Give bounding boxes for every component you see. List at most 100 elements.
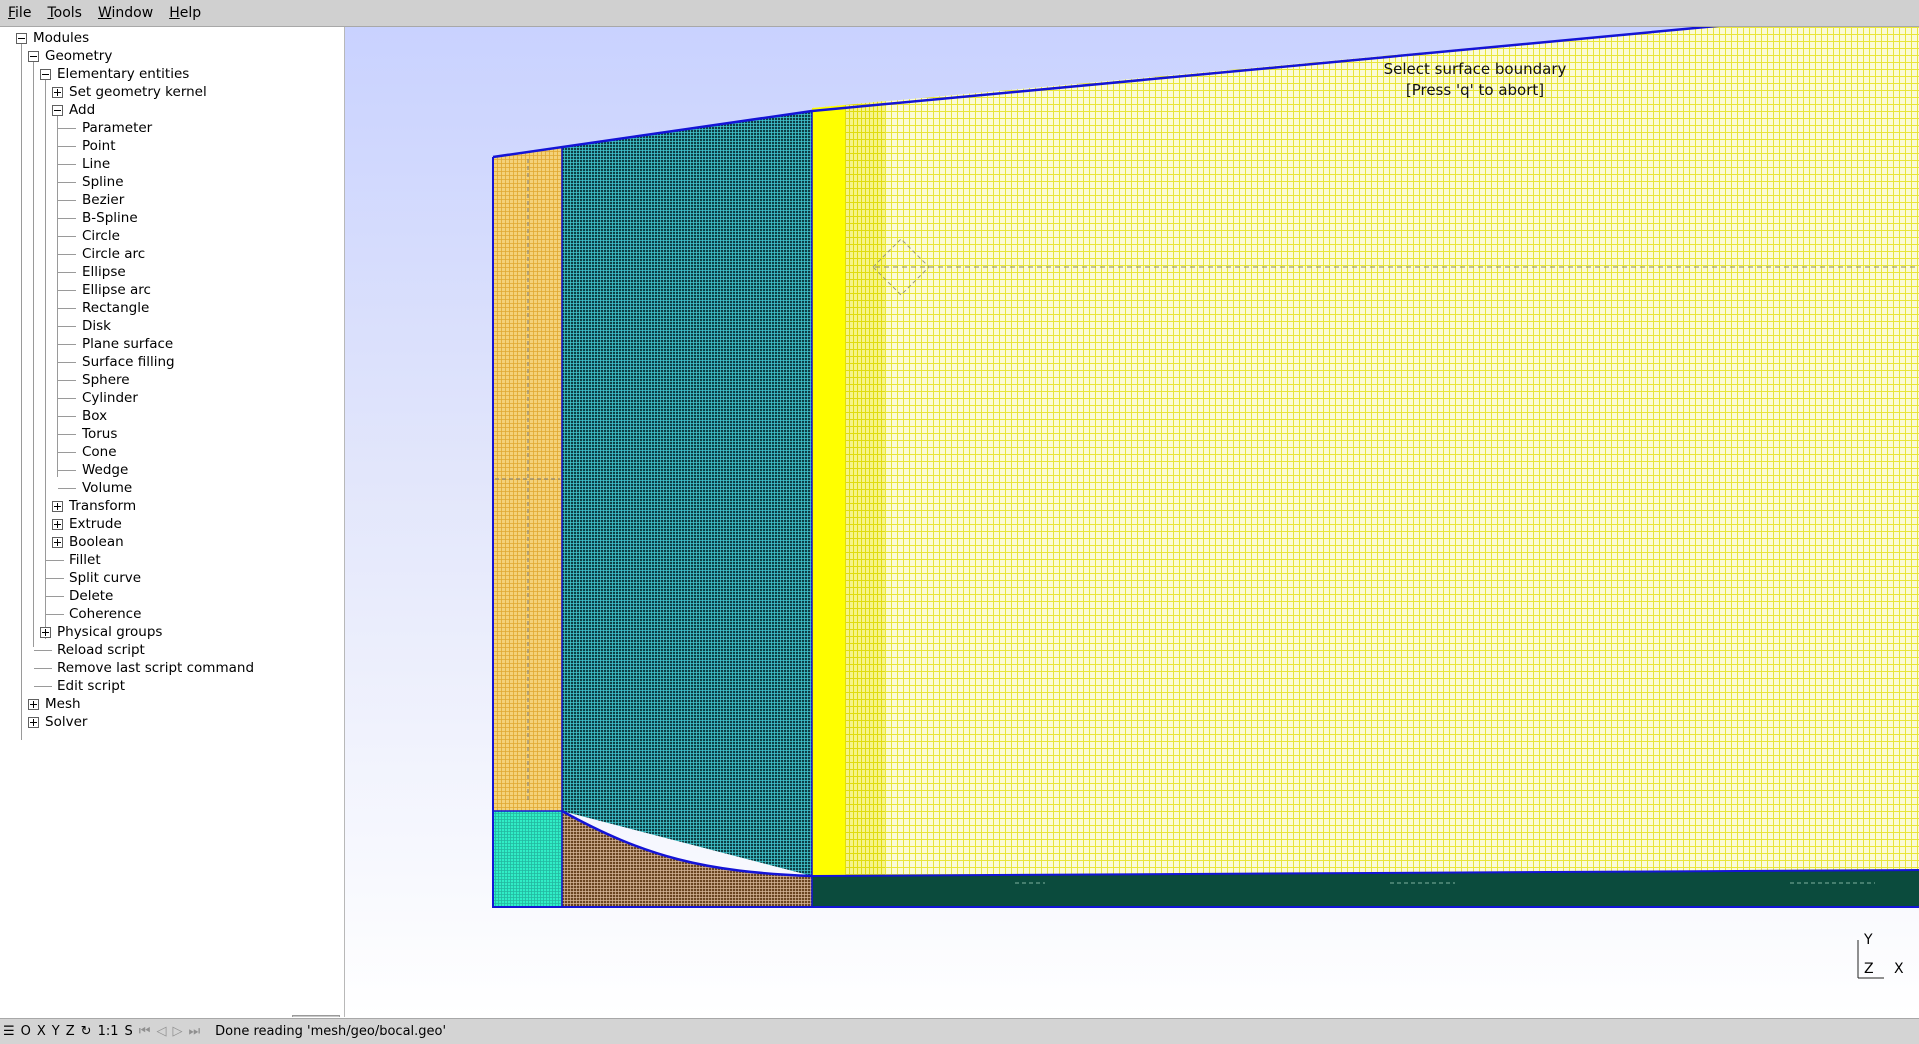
tree-item-parameter[interactable]: Parameter bbox=[0, 119, 340, 137]
expand-icon[interactable] bbox=[40, 627, 51, 638]
tree-label: Box bbox=[82, 408, 108, 424]
axis-x-label: X bbox=[1894, 961, 1904, 977]
tree-item-reload-script[interactable]: Reload script bbox=[0, 641, 340, 659]
tree-item-circle-arc[interactable]: Circle arc bbox=[0, 245, 340, 263]
tree-label: Transform bbox=[69, 498, 137, 514]
tree-label: Volume bbox=[82, 480, 133, 496]
tree-item-cone[interactable]: Cone bbox=[0, 443, 340, 461]
tree-branch bbox=[58, 146, 76, 147]
collapse-icon[interactable] bbox=[40, 69, 51, 80]
tree-item-ellipse-arc[interactable]: Ellipse arc bbox=[0, 281, 340, 299]
menu-window[interactable]: Window bbox=[90, 0, 161, 26]
status-message: Done reading 'mesh/geo/bocal.geo' bbox=[215, 1024, 447, 1039]
tree-label: Disk bbox=[82, 318, 111, 334]
tree-label: Solver bbox=[45, 714, 88, 730]
tree-branch bbox=[58, 308, 76, 309]
tree-item-box[interactable]: Box bbox=[0, 407, 340, 425]
prev-step-icon[interactable]: ◁ bbox=[153, 1019, 169, 1044]
tree-label: Circle bbox=[82, 228, 120, 244]
tree-item-cylinder[interactable]: Cylinder bbox=[0, 389, 340, 407]
tree-label: Mesh bbox=[45, 696, 81, 712]
tree-label: Line bbox=[82, 156, 111, 172]
tree-item-edit-script[interactable]: Edit script bbox=[0, 677, 340, 695]
tree-label: Add bbox=[69, 102, 96, 118]
expand-icon[interactable] bbox=[28, 717, 39, 728]
tree-label: Ellipse bbox=[82, 264, 126, 280]
tree-branch bbox=[58, 236, 76, 237]
tree-label: Physical groups bbox=[57, 624, 163, 640]
tree-item-rectangle[interactable]: Rectangle bbox=[0, 299, 340, 317]
menu-help-accel: H bbox=[169, 5, 180, 21]
select-button[interactable]: S bbox=[121, 1019, 135, 1044]
menu-file[interactable]: File bbox=[0, 0, 39, 26]
tree-branch bbox=[58, 434, 76, 435]
teal-mesh-region[interactable] bbox=[562, 111, 812, 876]
tree-branch bbox=[46, 578, 64, 579]
tree-item-disk[interactable]: Disk bbox=[0, 317, 340, 335]
view-origin-button[interactable]: O bbox=[18, 1019, 34, 1044]
tree-item-spline[interactable]: Spline bbox=[0, 173, 340, 191]
menu-window-accel: W bbox=[97, 5, 112, 21]
axis-z-label: Z bbox=[1864, 961, 1874, 977]
play-icon[interactable]: ▷ bbox=[169, 1019, 185, 1044]
tree-item-split-curve[interactable]: Split curve bbox=[0, 569, 340, 587]
tree-item-sphere[interactable]: Sphere bbox=[0, 371, 340, 389]
tree-item-fillet[interactable]: Fillet bbox=[0, 551, 340, 569]
tree-branch bbox=[58, 326, 76, 327]
collapse-icon[interactable] bbox=[52, 105, 63, 116]
tree-branch bbox=[46, 560, 64, 561]
tree-item-coherence[interactable]: Coherence bbox=[0, 605, 340, 623]
view-z-button[interactable]: Z bbox=[63, 1019, 78, 1044]
tree-item-delete[interactable]: Delete bbox=[0, 587, 340, 605]
tree-label: Fillet bbox=[69, 552, 101, 568]
collapse-icon[interactable] bbox=[28, 51, 39, 62]
tree-label: Surface filling bbox=[82, 354, 175, 370]
tree-item-volume[interactable]: Volume bbox=[0, 479, 340, 497]
settings-button[interactable]: ⚙ ▽ bbox=[292, 1015, 340, 1017]
cyan-mesh-region[interactable] bbox=[493, 811, 562, 907]
tree-label: Point bbox=[82, 138, 116, 154]
tree-item-bezier[interactable]: Bezier bbox=[0, 191, 340, 209]
collapse-icon[interactable] bbox=[16, 33, 27, 44]
tree-branch bbox=[58, 128, 76, 129]
tree-item-b-spline[interactable]: B-Spline bbox=[0, 209, 340, 227]
tree-label: Cone bbox=[82, 444, 117, 460]
expand-icon[interactable] bbox=[52, 501, 63, 512]
tree-branch bbox=[58, 290, 76, 291]
tree-branch bbox=[58, 362, 76, 363]
yellow-mesh-region[interactable] bbox=[812, 27, 1919, 876]
rotate-icon[interactable]: ↻ bbox=[78, 1019, 95, 1044]
menubar: File Tools Window Help bbox=[0, 0, 1919, 27]
expand-icon[interactable] bbox=[52, 87, 63, 98]
tree-item-ellipse[interactable]: Ellipse bbox=[0, 263, 340, 281]
tree-item-wedge[interactable]: Wedge bbox=[0, 461, 340, 479]
expand-icon[interactable] bbox=[28, 699, 39, 710]
tree-item-line[interactable]: Line bbox=[0, 155, 340, 173]
view-x-button[interactable]: X bbox=[34, 1019, 49, 1044]
tree-item-point[interactable]: Point bbox=[0, 137, 340, 155]
tree-branch bbox=[58, 272, 76, 273]
last-step-icon[interactable]: ⏭ bbox=[185, 1019, 203, 1044]
yellow-transition-strip[interactable] bbox=[845, 101, 885, 875]
yellow-dense-strip[interactable] bbox=[812, 105, 845, 876]
menu-tools[interactable]: Tools bbox=[39, 0, 90, 26]
view-y-button[interactable]: Y bbox=[49, 1019, 63, 1044]
tree-item-circle[interactable]: Circle bbox=[0, 227, 340, 245]
menu-help[interactable]: Help bbox=[161, 0, 209, 26]
tree-label: B-Spline bbox=[82, 210, 138, 226]
expand-icon[interactable] bbox=[52, 537, 63, 548]
first-step-icon[interactable]: ⏮ bbox=[136, 1019, 154, 1044]
menu-hamburger-icon[interactable]: ☰ bbox=[0, 1019, 18, 1044]
expand-icon[interactable] bbox=[52, 519, 63, 530]
tree-item-torus[interactable]: Torus bbox=[0, 425, 340, 443]
graphics-viewport[interactable]: Select surface boundary [Press 'q' to ab… bbox=[345, 27, 1919, 1017]
tree-item-surface-filling[interactable]: Surface filling bbox=[0, 353, 340, 371]
axis-y-label: Y bbox=[1864, 932, 1873, 948]
tree-branch bbox=[58, 416, 76, 417]
tree-item-plane-surface[interactable]: Plane surface bbox=[0, 335, 340, 353]
tree-branch bbox=[46, 614, 64, 615]
scale-1to1-button[interactable]: 1:1 bbox=[95, 1019, 122, 1044]
tree-item-remove-last-script-command[interactable]: Remove last script command bbox=[0, 659, 340, 677]
tree-label: Coherence bbox=[69, 606, 142, 622]
mesh-canvas[interactable] bbox=[345, 27, 1919, 1017]
